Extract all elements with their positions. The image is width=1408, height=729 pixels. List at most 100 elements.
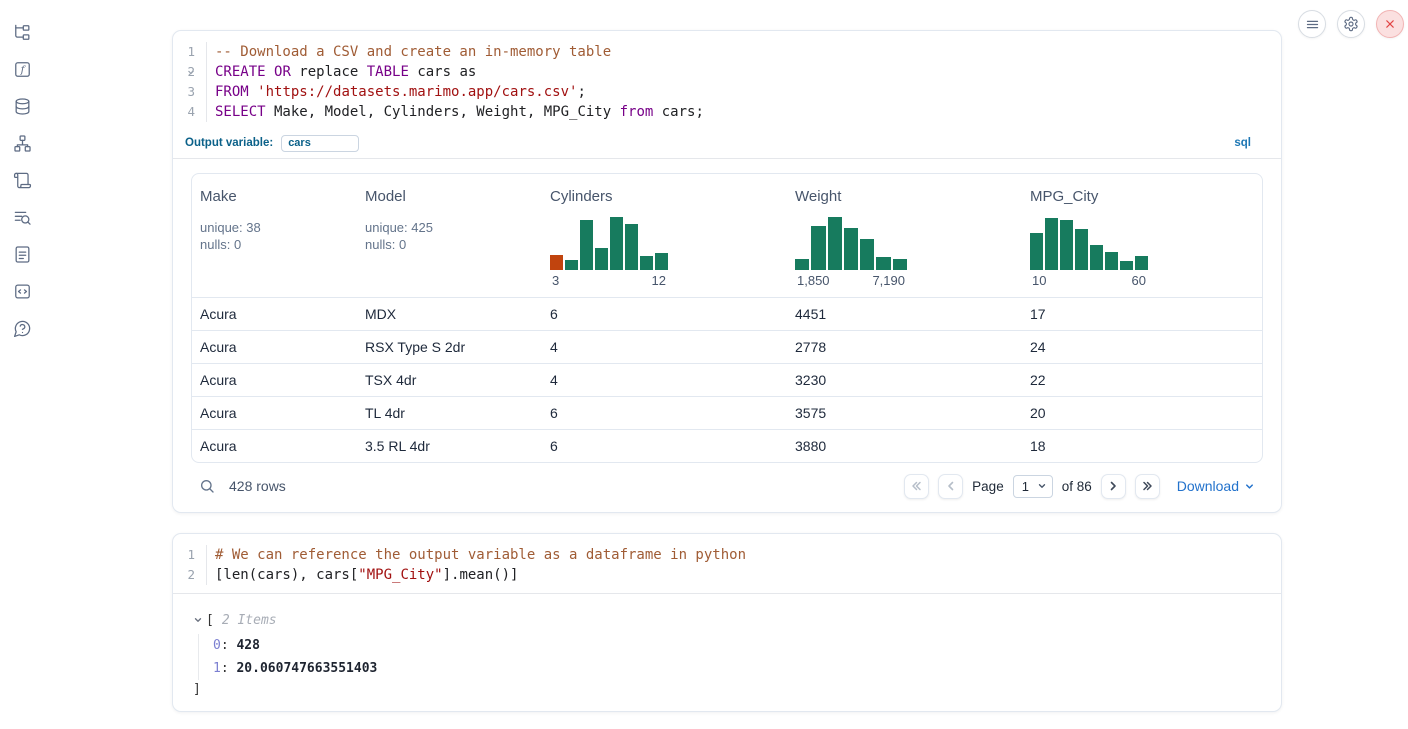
table-cell: Acura <box>192 339 357 355</box>
line-number: 2 <box>173 62 195 82</box>
histogram-bar <box>1045 218 1058 270</box>
help-icon[interactable] <box>12 318 32 338</box>
logs-icon[interactable] <box>12 207 32 227</box>
histogram-bar <box>610 217 623 270</box>
column-header-cylinders[interactable]: Cylinders <box>550 188 613 205</box>
line-number-gutter: 1234 <box>173 42 207 122</box>
table-cell: Acura <box>192 306 357 322</box>
first-page-icon <box>911 480 923 492</box>
first-page-button[interactable] <box>904 474 929 499</box>
row-count: 428 rows <box>229 478 286 494</box>
sql-code-editor[interactable]: -- Download a CSV and create an in-memor… <box>207 42 1281 122</box>
table-cell: MDX <box>357 306 542 322</box>
table-row[interactable]: AcuraTL 4dr6357520 <box>192 396 1262 429</box>
table-cell: 6 <box>542 405 787 421</box>
histogram-bar <box>1030 233 1043 270</box>
table-cell: 17 <box>1022 306 1262 322</box>
histogram-bar <box>1135 256 1148 270</box>
page-select-chevron-icon <box>1037 481 1047 491</box>
code-line: # We can reference the output variable a… <box>215 545 1281 565</box>
table-body: AcuraMDX6445117AcuraRSX Type S 2dr427782… <box>192 297 1262 462</box>
histogram-bar <box>1060 220 1073 270</box>
prev-page-icon <box>945 480 957 492</box>
histogram-bar <box>655 253 668 270</box>
table-cell: TL 4dr <box>357 405 542 421</box>
svg-text:f: f <box>19 64 26 76</box>
table-cell: Acura <box>192 438 357 454</box>
last-page-button[interactable] <box>1135 474 1160 499</box>
list-item: 0: 428 <box>213 634 1281 657</box>
list-output-tree: [ 2 Items 0: 4281: 20.060747663551403 ] <box>173 594 1281 702</box>
table-cell: 6 <box>542 438 787 454</box>
column-header-weight[interactable]: Weight <box>795 188 841 205</box>
line-number: 3 <box>173 82 195 102</box>
table-footer: 428 rows Page 1 of 86 <box>191 463 1263 509</box>
histogram-bar <box>580 220 593 270</box>
file-explorer-icon[interactable] <box>12 22 32 42</box>
table-row[interactable]: Acura3.5 RL 4dr6388018 <box>192 429 1262 462</box>
download-button[interactable]: Download <box>1177 478 1255 494</box>
functions-icon[interactable]: f <box>12 59 32 79</box>
dependency-graph-icon[interactable] <box>12 133 32 153</box>
search-icon[interactable] <box>199 478 215 494</box>
close-button[interactable] <box>1376 10 1404 38</box>
table-cell: 3230 <box>787 372 1022 388</box>
histogram-bar <box>893 259 907 270</box>
scratchpad-icon[interactable] <box>12 170 32 190</box>
table-cell: 24 <box>1022 339 1262 355</box>
fold-chevron-icon[interactable] <box>187 68 195 76</box>
line-number: 4 <box>173 102 195 122</box>
histogram-bar <box>565 260 578 270</box>
tree-children: 0: 4281: 20.060747663551403 <box>198 634 1281 680</box>
next-page-button[interactable] <box>1101 474 1126 499</box>
table-cell: Acura <box>192 372 357 388</box>
page-select[interactable]: 1 <box>1013 475 1053 498</box>
line-number-gutter: 12 <box>173 545 207 585</box>
histogram-bar <box>876 257 890 270</box>
code-line: [len(cars), cars["MPG_City"].mean()] <box>215 565 1281 585</box>
menu-button[interactable] <box>1298 10 1326 38</box>
histogram-bar <box>1120 261 1133 270</box>
output-variable-label: Output variable: <box>185 137 273 149</box>
table-cell: 3575 <box>787 405 1022 421</box>
table-row[interactable]: AcuraTSX 4dr4323022 <box>192 363 1262 396</box>
python-cell: 12 # We can reference the output variabl… <box>172 533 1282 712</box>
datasources-icon[interactable] <box>12 96 32 116</box>
topbar-controls <box>1298 10 1404 38</box>
snippets-icon[interactable] <box>12 281 32 301</box>
settings-gear-icon <box>1343 16 1359 32</box>
left-sidebar: f <box>0 0 44 729</box>
prev-page-button[interactable] <box>938 474 963 499</box>
open-bracket: [ <box>206 613 214 628</box>
language-badge[interactable]: sql <box>1234 137 1251 149</box>
list-item: 1: 20.060747663551403 <box>213 657 1281 680</box>
histogram-bar <box>844 228 858 270</box>
close-bracket: ] <box>193 682 1281 702</box>
mpg-city-histogram: 10 60 <box>1030 215 1148 288</box>
table-cell: 4 <box>542 339 787 355</box>
column-stats: unique: 38 nulls: 0 <box>200 219 349 253</box>
sql-cell: 1234 -- Download a CSV and create an in-… <box>172 30 1282 513</box>
table-cell: 6 <box>542 306 787 322</box>
output-variable-input[interactable] <box>281 135 359 152</box>
histogram-bar <box>828 217 842 270</box>
settings-button[interactable] <box>1337 10 1365 38</box>
table-header-row: Make unique: 38 nulls: 0 Model unique: 4… <box>192 174 1262 297</box>
collapse-chevron-icon[interactable] <box>193 615 203 625</box>
table-cell: 3.5 RL 4dr <box>357 438 542 454</box>
column-header-mpg-city[interactable]: MPG_City <box>1030 188 1098 205</box>
table-cell: 20 <box>1022 405 1262 421</box>
python-code-editor[interactable]: # We can reference the output variable a… <box>207 545 1281 585</box>
table-row[interactable]: AcuraRSX Type S 2dr4277824 <box>192 330 1262 363</box>
cylinders-histogram: 3 12 <box>550 215 668 288</box>
column-header-make[interactable]: Make <box>200 188 237 205</box>
page-label: Page <box>972 479 1004 494</box>
last-page-icon <box>1141 480 1153 492</box>
documentation-icon[interactable] <box>12 244 32 264</box>
column-header-model[interactable]: Model <box>365 188 406 205</box>
table-row[interactable]: AcuraMDX6445117 <box>192 297 1262 330</box>
menu-icon <box>1305 17 1320 32</box>
column-stats: unique: 425 nulls: 0 <box>365 219 534 253</box>
histogram-bar <box>1075 229 1088 270</box>
histogram-bar <box>811 226 825 270</box>
